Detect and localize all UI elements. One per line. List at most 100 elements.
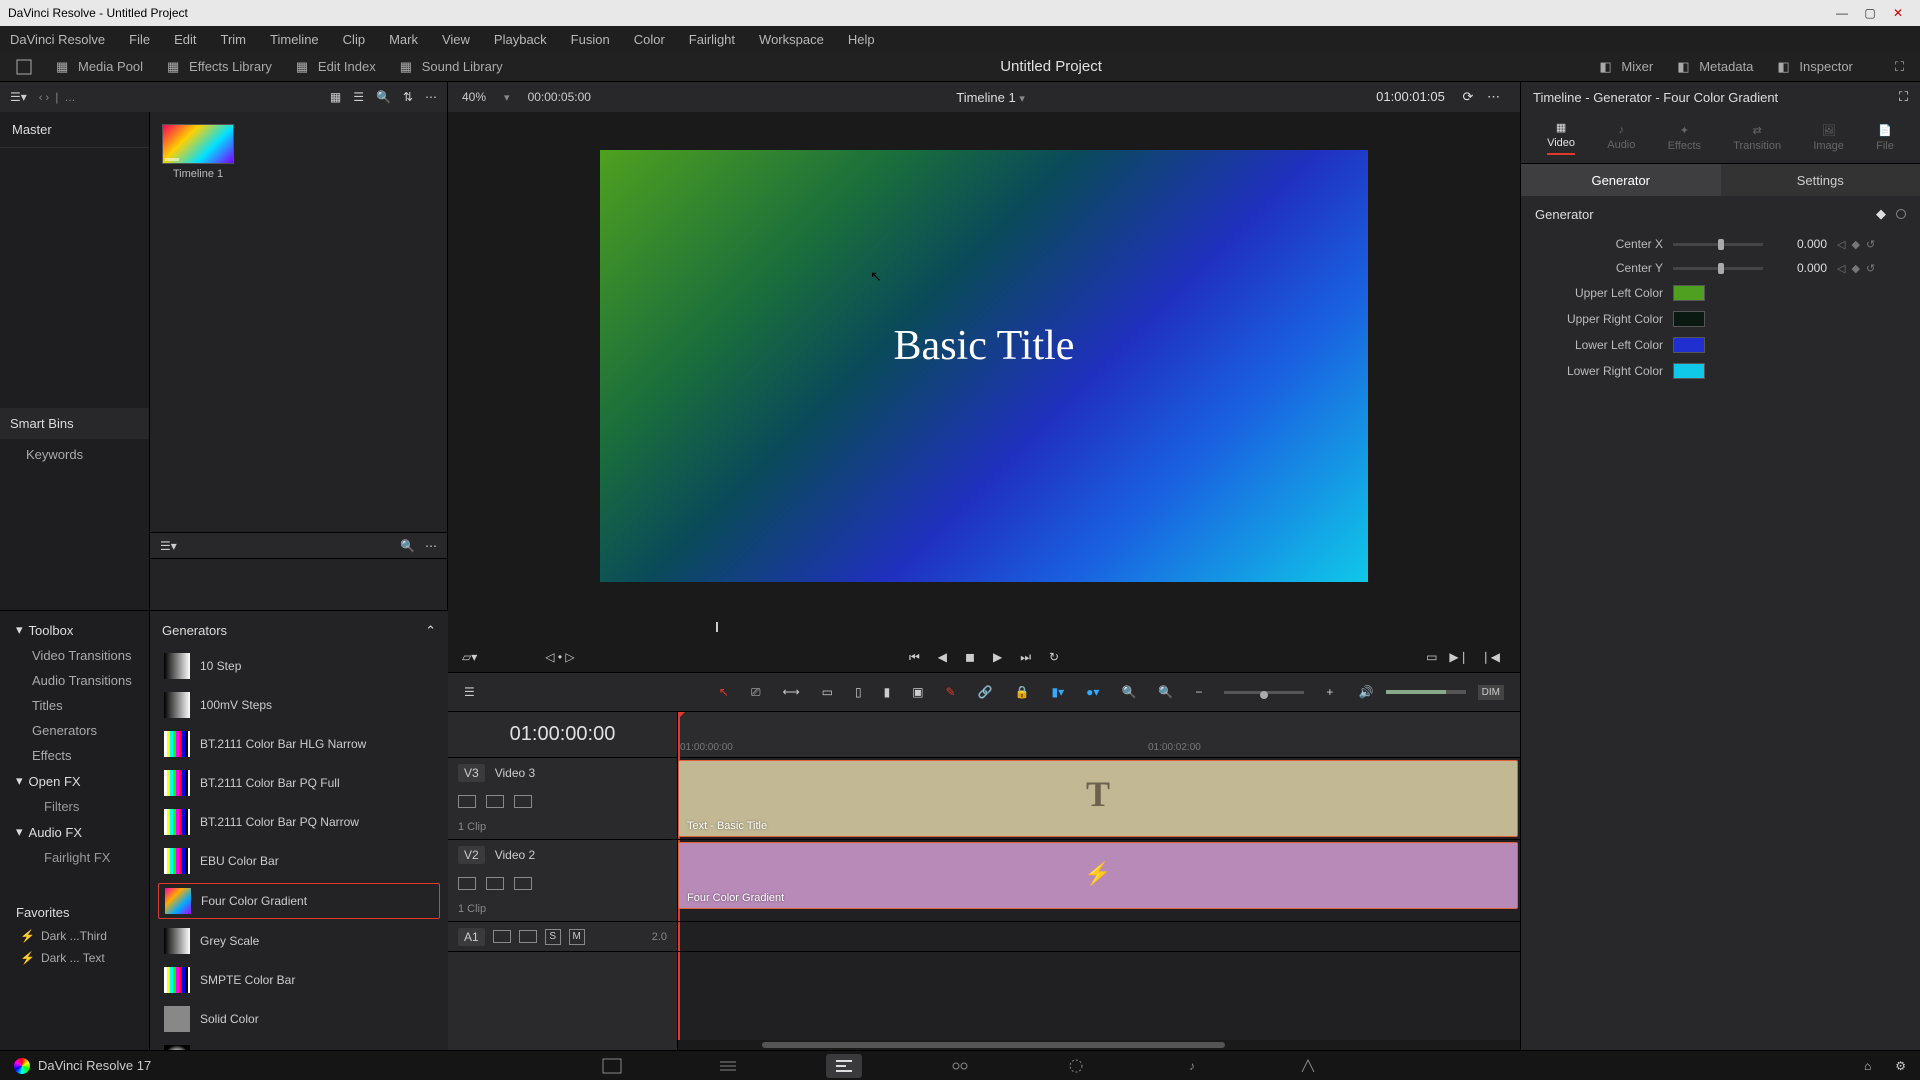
cut-page[interactable] (710, 1054, 746, 1078)
project-settings-button[interactable]: ⚙ (1895, 1059, 1906, 1073)
lock-icon[interactable] (458, 795, 476, 808)
auto-select-icon[interactable] (519, 930, 537, 943)
smart-bin-keywords[interactable]: Keywords (0, 439, 149, 470)
reset-group-icon[interactable] (1896, 209, 1906, 219)
loop-button[interactable]: ↻ (1049, 650, 1059, 664)
video-track-lane[interactable]: TText - Basic Title (678, 758, 1520, 840)
menu-clip[interactable]: Clip (343, 32, 365, 47)
master-bin[interactable]: Master (0, 112, 149, 148)
generator-item[interactable]: BT.2111 Color Bar PQ Full (158, 766, 440, 800)
menu-fusion[interactable]: Fusion (571, 32, 610, 47)
generator-group-header[interactable]: Generator (1535, 207, 1594, 222)
menu-workspace[interactable]: Workspace (759, 32, 824, 47)
metadata-button[interactable]: ◧Metadata (1677, 59, 1753, 75)
prev-edit-icon[interactable]: ❘◀ (1481, 650, 1500, 664)
toolbox-node[interactable]: ▾ Toolbox (0, 617, 149, 643)
menu-file[interactable]: File (129, 32, 150, 47)
disable-icon[interactable] (514, 795, 532, 808)
dim-button[interactable]: DIM (1478, 685, 1504, 700)
pool-search-icon[interactable]: 🔍 (376, 90, 391, 104)
sound-library-button[interactable]: ▦Sound Library (400, 59, 503, 75)
fx-node-generators[interactable]: Generators (0, 718, 149, 743)
fx-node-audio-transitions[interactable]: Audio Transitions (0, 668, 149, 693)
pool-thumb-mode[interactable]: ▦ (330, 90, 341, 104)
replace-tool[interactable]: ▣ (912, 685, 923, 699)
timeline-ruler[interactable]: 01:00:00:00 01:00:02:00 01:00:04:00 (678, 712, 1520, 758)
fx-search-icon[interactable]: 🔍 (400, 539, 415, 553)
edit-index-button[interactable]: ▦Edit Index (296, 59, 376, 75)
zoom-in[interactable]: + (1326, 685, 1333, 699)
menu-playback[interactable]: Playback (494, 32, 547, 47)
link-tool[interactable]: ✎ (946, 685, 956, 699)
timeline-timecode[interactable]: 01:00:00:00 (448, 712, 677, 758)
fx-fairlight[interactable]: Fairlight FX (0, 845, 149, 870)
media-page[interactable] (594, 1054, 630, 1078)
lock-icon[interactable] (493, 930, 511, 943)
pool-sort[interactable]: ⇅ (403, 90, 413, 104)
zoom-dropdown[interactable]: 🔍 (1158, 685, 1173, 699)
reset-param[interactable]: ↺ (1866, 262, 1875, 275)
keyframe-prev[interactable]: ◁ (1837, 262, 1845, 275)
flag-dropdown[interactable]: ▮▾ (1052, 685, 1065, 699)
viewer-scrubber[interactable] (448, 620, 1520, 642)
param-slider[interactable] (1673, 267, 1763, 270)
fx-node-video-transitions[interactable]: Video Transitions (0, 643, 149, 668)
viewer-zoom[interactable]: 40% (462, 90, 486, 104)
timeline-scrollbar[interactable] (678, 1040, 1520, 1050)
generator-item[interactable]: 10 Step (158, 649, 440, 683)
viewer-position-tc[interactable]: 01:00:01:05 (1376, 89, 1445, 104)
favorites-header[interactable]: Favorites (0, 900, 149, 925)
menu-fairlight[interactable]: Fairlight (689, 32, 735, 47)
menu-view[interactable]: View (442, 32, 470, 47)
menu-trim[interactable]: Trim (221, 32, 247, 47)
fairlight-page[interactable]: ♪ (1174, 1054, 1210, 1078)
mute-icon[interactable]: 🔊 (1359, 685, 1374, 699)
keyframe-prev[interactable]: ◁ (1837, 238, 1845, 251)
match-frame-icon[interactable]: ▭ (1426, 650, 1437, 664)
timeline-thumbnail[interactable]: Timeline 1 (162, 124, 234, 180)
blade-tool[interactable]: ▭ (822, 685, 833, 699)
audio-track-lane[interactable] (678, 922, 1520, 952)
generator-item[interactable]: EBU Color Bar (158, 844, 440, 878)
param-value[interactable]: 0.000 (1773, 261, 1827, 275)
keyframe-diamond-icon[interactable]: ◆ (1876, 206, 1886, 222)
fx-node-effects[interactable]: Effects (0, 743, 149, 768)
mark-in-out-icon[interactable]: ▱▾ (462, 650, 477, 664)
favorite-item[interactable]: ⚡ Dark ... Text (0, 947, 149, 969)
viewer-loop-icon[interactable]: ⟳ (1462, 89, 1473, 104)
fullscreen-toggle[interactable] (16, 59, 32, 75)
menu-help[interactable]: Help (848, 32, 875, 47)
color-swatch[interactable] (1673, 363, 1705, 379)
dynamic-trim-tool[interactable]: ⟷ (782, 685, 799, 699)
fx-node-titles[interactable]: Titles (0, 693, 149, 718)
menu-mark[interactable]: Mark (389, 32, 418, 47)
home-button[interactable]: ⌂ (1864, 1059, 1871, 1073)
edit-page[interactable] (826, 1054, 862, 1078)
mixer-button[interactable]: ◧Mixer (1599, 59, 1653, 75)
window-close[interactable]: ✕ (1884, 3, 1912, 23)
audiofx-node[interactable]: ▾ Audio FX (0, 819, 149, 845)
marker-dropdown[interactable]: ●▾ (1086, 685, 1099, 699)
window-minimize[interactable]: — (1828, 3, 1856, 23)
disable-icon[interactable] (514, 877, 532, 890)
keyframe-toggle[interactable]: ◆ (1851, 262, 1859, 275)
pool-list-mode[interactable]: ☰▾ (10, 90, 27, 104)
play-button[interactable]: ▶ (993, 650, 1002, 664)
zoom-dropdown-icon[interactable]: ▾ (504, 91, 510, 104)
zoom-out[interactable]: − (1195, 685, 1202, 699)
openfx-node[interactable]: ▾ Open FX (0, 768, 149, 794)
viewer-canvas[interactable]: Basic Title ↖ (600, 150, 1368, 582)
window-maximize[interactable]: ▢ (1856, 3, 1884, 23)
keyframe-toggle[interactable]: ◆ (1851, 238, 1859, 251)
reset-param[interactable]: ↺ (1866, 238, 1875, 251)
fx-filters[interactable]: Filters (0, 794, 149, 819)
color-page[interactable] (1058, 1054, 1094, 1078)
effects-library-button[interactable]: ▦Effects Library (167, 59, 272, 75)
stop-button[interactable]: ◼ (965, 650, 975, 664)
media-pool-grid[interactable]: Timeline 1 (150, 112, 447, 532)
search-timeline[interactable]: 🔍 (1121, 685, 1136, 699)
lock-icon[interactable] (458, 877, 476, 890)
generator-item[interactable]: BT.2111 Color Bar PQ Narrow (158, 805, 440, 839)
snap-toggle[interactable]: 🔒 (1015, 685, 1030, 699)
step-back[interactable]: ◀ (938, 650, 947, 664)
